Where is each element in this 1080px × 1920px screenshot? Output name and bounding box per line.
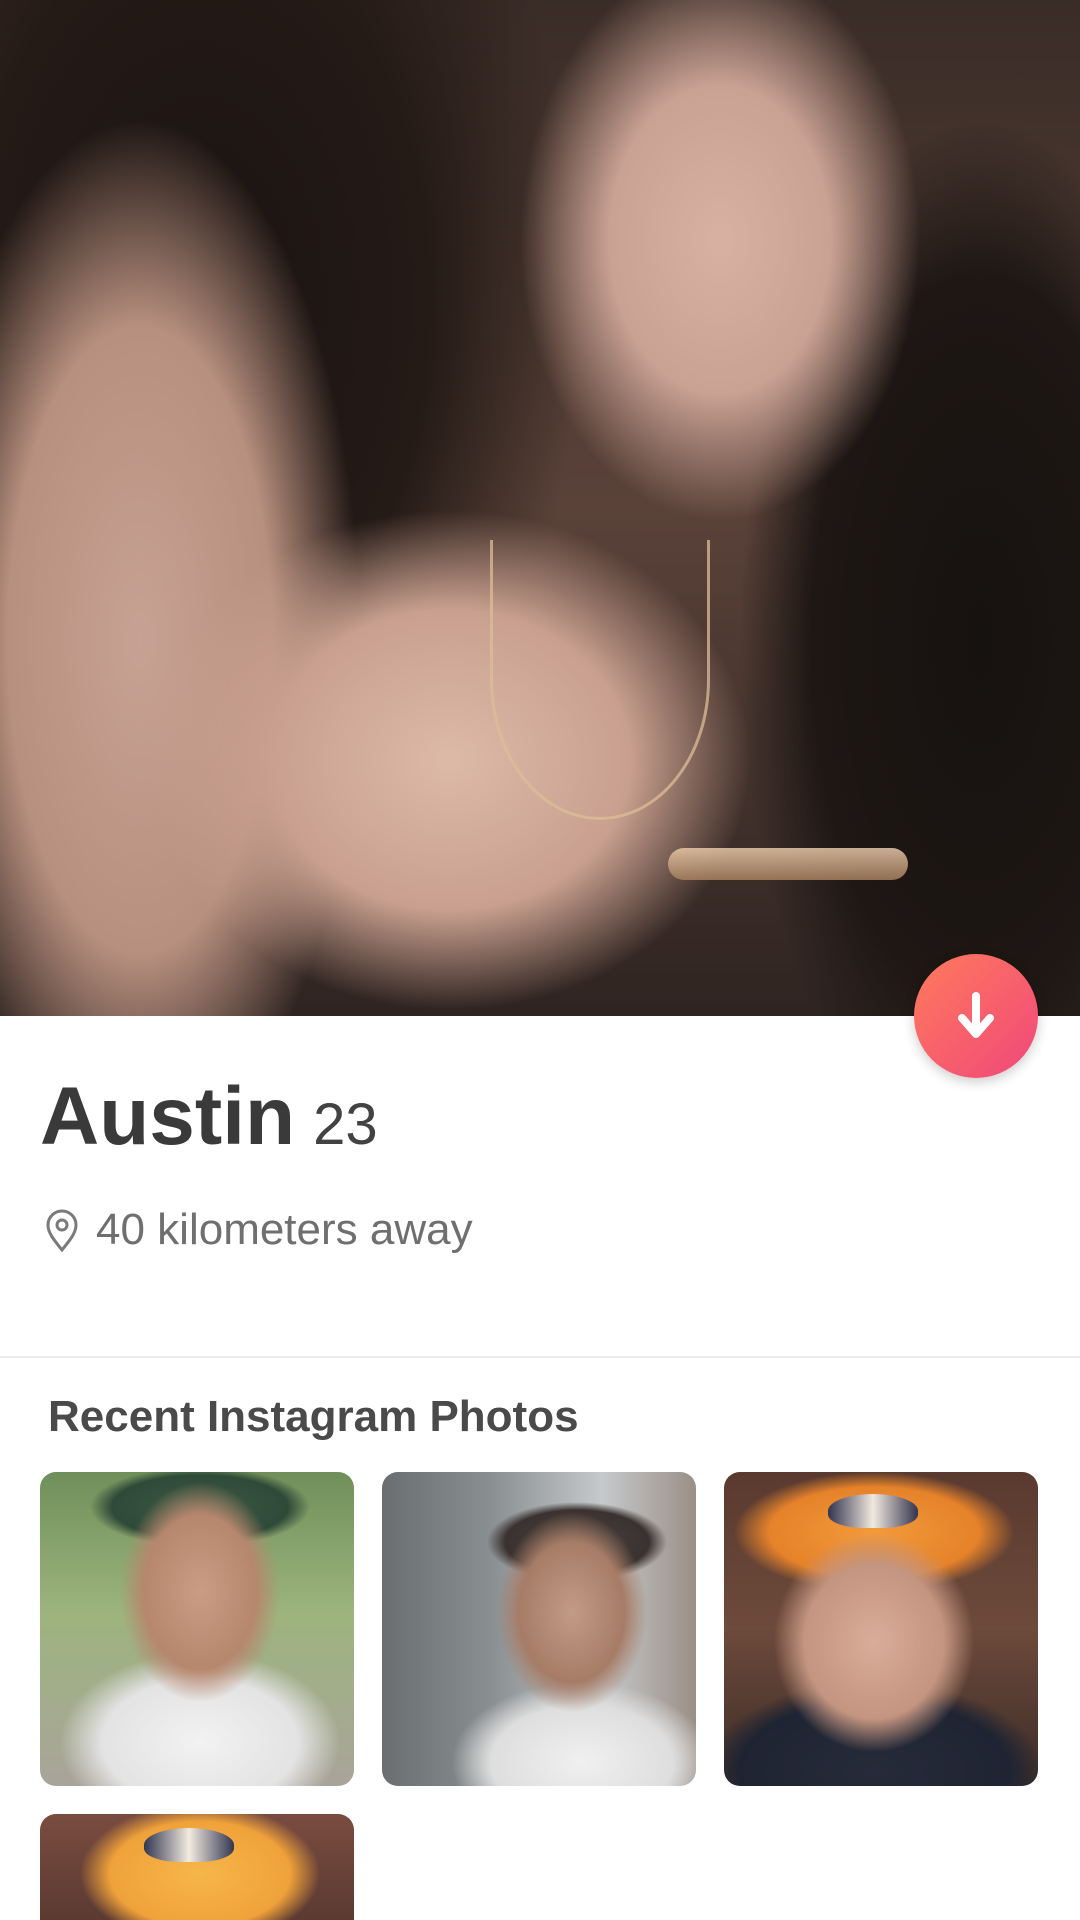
profile-header: Austin 23 — [40, 1070, 378, 1170]
profile-age: 23 — [313, 1092, 378, 1157]
cap-logo-image — [828, 1494, 918, 1528]
arrow-down-icon — [958, 992, 994, 1038]
instagram-section-title: Recent Instagram Photos — [48, 1392, 579, 1441]
collapse-profile-button[interactable] — [914, 954, 1038, 1078]
section-divider — [0, 1356, 1080, 1358]
necklace-detail — [490, 540, 710, 820]
instagram-photo-thumbnail[interactable] — [40, 1472, 354, 1786]
profile-main-photo[interactable] — [0, 0, 1080, 1016]
instagram-photo-thumbnail[interactable] — [382, 1472, 696, 1786]
instagram-photo-grid — [40, 1472, 1040, 1920]
distance-row: 40 kilometers away — [44, 1200, 473, 1260]
instagram-photo-thumbnail[interactable] — [40, 1814, 354, 1920]
bracelet-detail — [668, 848, 908, 880]
distance-text: 40 kilometers away — [96, 1205, 473, 1254]
profile-name: Austin — [40, 1071, 296, 1162]
instagram-photo-thumbnail[interactable] — [724, 1472, 1038, 1786]
cap-logo-image — [144, 1828, 234, 1862]
location-pin-icon — [46, 1209, 78, 1252]
